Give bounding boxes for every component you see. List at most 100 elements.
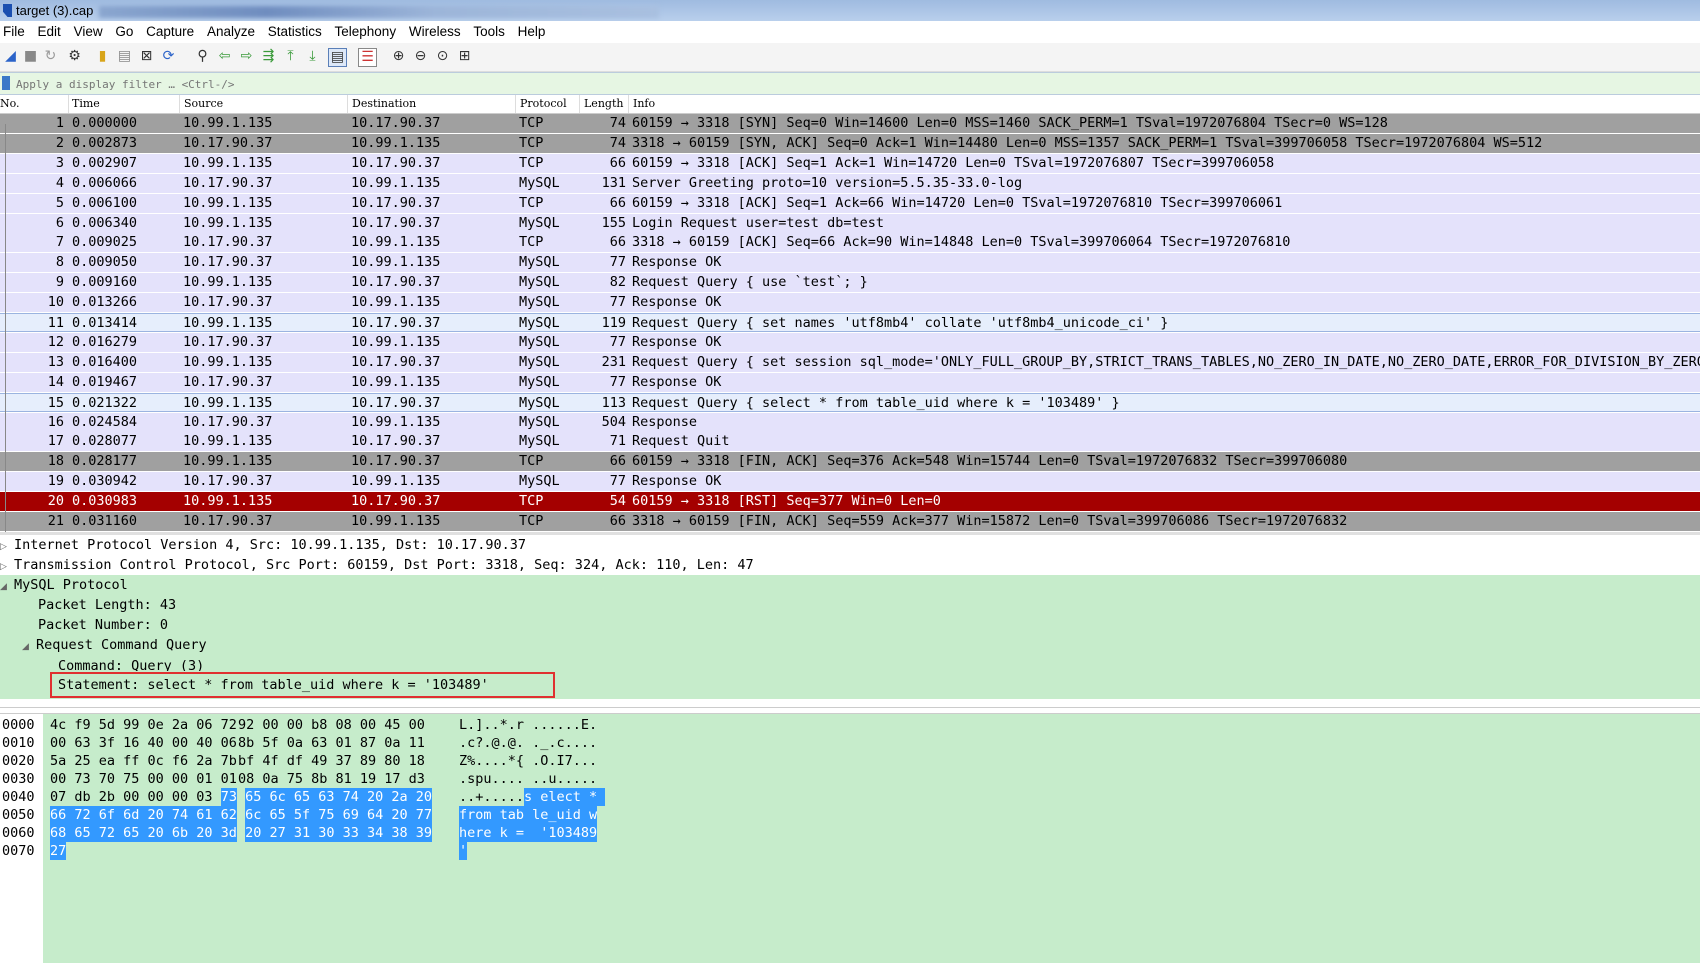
col-protocol-header[interactable]: Protocol	[520, 97, 567, 110]
packet-time: 0.000000	[72, 115, 138, 131]
packet-row[interactable]: 1 0.000000 10.99.1.135 10.17.90.37 TCP 74 6015…	[0, 114, 1700, 133]
packet-row[interactable]: 5 0.006100 10.99.1.135 10.17.90.37 TCP 66 6015…	[0, 193, 1700, 213]
packet-no: 10	[47, 294, 64, 311]
last-packet-icon[interactable]: ⤓	[304, 48, 321, 65]
zoom-in-icon[interactable]: ⊕	[390, 48, 407, 65]
save-file-icon[interactable]: ▤	[116, 48, 133, 65]
open-file-icon[interactable]: ▮	[94, 48, 111, 65]
packet-row[interactable]: 7 0.009025 10.17.90.37 10.99.1.135 TCP 66 3318…	[0, 233, 1700, 253]
packet-row[interactable]: 8 0.009050 10.17.90.37 10.99.1.135 MySQL 77 Re…	[0, 253, 1700, 273]
packet-time: 0.009025	[72, 234, 138, 251]
packet-time: 0.028177	[72, 453, 138, 470]
packet-len: 66	[609, 234, 626, 251]
go-to-packet-icon[interactable]: ⇶	[260, 48, 277, 65]
detail-tcp[interactable]: ▷ Transmission Control Protocol, Src Port…	[0, 555, 1700, 575]
statement-highlight-box	[50, 672, 555, 698]
col-info-header[interactable]: Info	[633, 97, 655, 110]
go-forward-icon[interactable]: ⇨	[238, 48, 255, 65]
collapse-icon: ◢	[0, 582, 7, 592]
packet-src: 10.17.90.37	[183, 294, 273, 311]
packet-row[interactable]: 20 0.030983 10.99.1.135 10.17.90.37 TCP 54 601…	[0, 492, 1700, 512]
detail-mysql[interactable]: ◢ MySQL Protocol	[0, 575, 1700, 595]
packet-row[interactable]: 13 0.016400 10.99.1.135 10.17.90.37 MySQL 231…	[0, 352, 1700, 372]
packet-row[interactable]: 12 0.016279 10.17.90.37 10.99.1.135 MySQL 77 R…	[0, 332, 1700, 352]
packet-src: 10.17.90.37	[183, 333, 273, 350]
reload-file-icon[interactable]: ⟳	[160, 48, 177, 65]
packet-len: 66	[609, 453, 626, 470]
hex-bytes: 8b 5f 0a 63 01 87 0a 11	[238, 735, 425, 751]
packet-row[interactable]: 17 0.028077 10.99.1.135 10.17.90.37 MySQL 71 R…	[0, 432, 1700, 452]
menu-telephony[interactable]: Telephony	[335, 24, 397, 39]
bookmark-icon[interactable]	[2, 76, 10, 90]
menu-view[interactable]: View	[74, 24, 103, 39]
col-time-header[interactable]: Time	[72, 97, 100, 110]
packet-row[interactable]: 14 0.019467 10.17.90.37 10.99.1.135 MySQL 77 R…	[0, 372, 1700, 392]
packet-dst: 10.99.1.135	[351, 234, 441, 251]
packet-len: 66	[609, 513, 626, 529]
packet-row[interactable]: 18 0.028177 10.99.1.135 10.17.90.37 TCP 66 601…	[0, 452, 1700, 472]
autoscroll-icon[interactable]: ▤	[328, 48, 347, 67]
detail-ip[interactable]: ▷ Internet Protocol Version 4, Src: 10.99…	[0, 535, 1700, 555]
detail-packet-length[interactable]: Packet Length: 43	[0, 595, 1700, 615]
menu-go[interactable]: Go	[115, 24, 133, 39]
packet-row[interactable]: 4 0.006066 10.17.90.37 10.99.1.135 MySQL 131 S…	[0, 173, 1700, 193]
first-packet-icon[interactable]: ⤒	[282, 48, 299, 65]
packet-row[interactable]: 16 0.024584 10.17.90.37 10.99.1.135 MySQL 504…	[0, 412, 1700, 432]
col-no-header[interactable]: No.	[0, 97, 20, 110]
packet-proto: TCP	[519, 493, 544, 510]
packet-row[interactable]: 3 0.002907 10.99.1.135 10.17.90.37 TCP 66 6015…	[0, 153, 1700, 173]
menu-wireless[interactable]: Wireless	[409, 24, 461, 39]
packet-row[interactable]: 21 0.031160 10.17.90.37 10.99.1.135 TCP 66 331…	[0, 512, 1700, 531]
pane-splitter[interactable]	[0, 707, 1700, 714]
packet-row[interactable]: 2 0.002873 10.17.90.37 10.99.1.135 TCP 74 3318…	[0, 133, 1700, 153]
detail-packet-number[interactable]: Packet Number: 0	[0, 615, 1700, 635]
ascii-bytes: .c?.@.@. ._.c....	[459, 735, 598, 751]
hex-bytes: 00 73 70 75 00 00 01 01	[50, 771, 237, 787]
packet-row[interactable]: 19 0.030942 10.17.90.37 10.99.1.135 MySQL 77 R…	[0, 472, 1700, 492]
zoom-normal-icon[interactable]: ⊙	[434, 48, 451, 65]
menu-help[interactable]: Help	[518, 24, 546, 39]
colorize-icon[interactable]: ☰	[358, 48, 377, 67]
packet-len: 82	[609, 274, 626, 291]
menu-file[interactable]: File	[3, 24, 25, 39]
packet-len: 66	[609, 154, 626, 171]
packet-proto: TCP	[519, 234, 544, 251]
go-back-icon[interactable]: ⇦	[216, 48, 233, 65]
col-destination-header[interactable]: Destination	[352, 97, 416, 110]
packet-row[interactable]: 11 0.013414 10.99.1.135 10.17.90.37 MySQL 119…	[0, 313, 1700, 332]
zoom-out-icon[interactable]: ⊖	[412, 48, 429, 65]
find-packet-icon[interactable]: ⚲	[194, 48, 211, 65]
capture-options-icon[interactable]: ⚙	[66, 48, 83, 65]
close-file-icon[interactable]: ⊠	[138, 48, 155, 65]
menu-capture[interactable]: Capture	[146, 24, 194, 39]
ascii-bytes-selected: s elect *	[524, 788, 606, 806]
restart-capture-icon[interactable]: ↻	[42, 48, 59, 65]
ascii-bytes-selected: here k = '103489	[459, 824, 598, 842]
packet-row[interactable]: 9 0.009160 10.99.1.135 10.17.90.37 MySQL 82 Re…	[0, 273, 1700, 293]
expand-icon: ▷	[0, 562, 7, 572]
packet-list[interactable]: 1 0.000000 10.99.1.135 10.17.90.37 TCP 74 6015…	[0, 114, 1700, 532]
packet-time: 0.024584	[72, 413, 138, 430]
detail-request-command[interactable]: ◢ Request Command Query	[0, 635, 1700, 655]
packet-row[interactable]: 6 0.006340 10.99.1.135 10.17.90.37 MySQL 155 L…	[0, 213, 1700, 233]
resize-columns-icon[interactable]: ⊞	[456, 48, 473, 65]
col-source-header[interactable]: Source	[184, 97, 223, 110]
packet-time: 0.006066	[72, 174, 138, 191]
menu-edit[interactable]: Edit	[38, 24, 61, 39]
packet-row[interactable]: 10 0.013266 10.17.90.37 10.99.1.135 MySQL 77 R…	[0, 293, 1700, 313]
packet-row[interactable]: 15 0.021322 10.99.1.135 10.17.90.37 MySQL 113…	[0, 392, 1700, 412]
packet-info: 60159 → 3318 [SYN] Seq=0 Win=14600 Len=0…	[632, 115, 1388, 131]
packet-proto: MySQL	[519, 254, 560, 271]
packet-no: 11	[47, 315, 64, 331]
menu-analyze[interactable]: Analyze	[207, 24, 255, 39]
packet-proto: MySQL	[519, 433, 560, 450]
menu-tools[interactable]: Tools	[473, 24, 505, 39]
detail-command[interactable]: Command: Query (3)	[0, 655, 1700, 671]
packet-dst: 10.17.90.37	[351, 194, 441, 211]
packet-info: Server Greeting proto=10 version=5.5.35-…	[632, 174, 1023, 191]
display-filter-input[interactable]	[14, 74, 1698, 94]
start-capture-icon[interactable]: ◢	[2, 48, 19, 65]
menu-statistics[interactable]: Statistics	[268, 24, 322, 39]
col-length-header[interactable]: Length	[584, 97, 623, 110]
stop-capture-icon[interactable]: ■	[22, 48, 39, 65]
